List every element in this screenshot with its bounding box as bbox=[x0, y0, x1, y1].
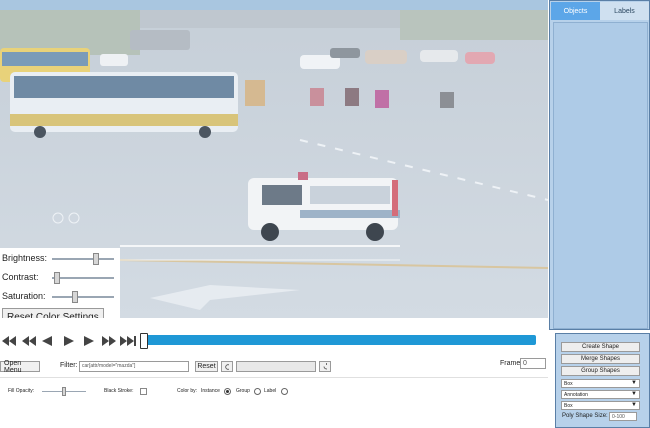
first-frame-icon[interactable] bbox=[2, 335, 16, 347]
dropdown-arrow-icon: ▼ bbox=[631, 391, 637, 397]
play-icon[interactable] bbox=[64, 335, 74, 347]
black-stroke-checkbox[interactable] bbox=[140, 388, 147, 395]
contrast-label: Contrast: bbox=[2, 272, 39, 282]
video-frame[interactable]: Brightness: Contrast: Saturation: Reset … bbox=[0, 10, 548, 318]
saturation-slider-track[interactable] bbox=[52, 296, 114, 298]
brightness-slider-thumb[interactable] bbox=[92, 253, 99, 265]
color-by-label: Color by: bbox=[177, 388, 198, 394]
tab-labels[interactable]: Labels bbox=[600, 2, 649, 20]
contrast-slider-thumb[interactable] bbox=[53, 272, 60, 284]
last-frame-icon[interactable] bbox=[120, 335, 136, 347]
timeline-thumb[interactable] bbox=[140, 333, 148, 349]
dropdown-arrow-icon: ▼ bbox=[631, 380, 637, 386]
reset-color-settings-button[interactable]: Reset Color Settings bbox=[2, 308, 104, 318]
objects-sidebar: Objects Labels bbox=[549, 0, 650, 330]
step-forward-icon[interactable] bbox=[84, 335, 94, 347]
shape-type-value: Box bbox=[564, 380, 573, 387]
brightness-label: Brightness: bbox=[2, 253, 48, 263]
toolbar-divider bbox=[0, 377, 548, 378]
shape-type-select[interactable]: Box ▼ bbox=[561, 379, 640, 388]
poly-shape-size-label: Poly Shape Size: bbox=[562, 413, 608, 419]
mode-select[interactable]: Annotation ▼ bbox=[561, 390, 640, 399]
refresh-filter-button[interactable] bbox=[319, 361, 331, 372]
poly-shape-size-input[interactable]: 0-100 bbox=[609, 412, 637, 421]
label-select[interactable]: Box ▼ bbox=[561, 401, 640, 410]
objects-list[interactable] bbox=[553, 22, 648, 329]
color-by-group-radio[interactable] bbox=[254, 388, 261, 395]
brightness-slider-track[interactable] bbox=[52, 258, 114, 260]
fast-forward-icon[interactable] bbox=[102, 335, 116, 347]
top-strip bbox=[0, 0, 548, 10]
frame-number-input[interactable]: 0 bbox=[520, 358, 546, 369]
filter-status-field bbox=[236, 361, 316, 372]
black-stroke-label: Black Stroke: bbox=[104, 388, 134, 394]
color-by-group-label: Group bbox=[236, 388, 250, 394]
label-value: Box bbox=[564, 402, 573, 409]
fill-opacity-label: Fill Opacity: bbox=[8, 388, 35, 394]
dropdown-arrow-icon: ▼ bbox=[631, 402, 637, 408]
merge-shapes-button[interactable]: Merge Shapes bbox=[561, 354, 640, 364]
color-by-instance-radio[interactable] bbox=[224, 388, 231, 395]
refresh-icon bbox=[323, 363, 327, 370]
fast-backward-icon[interactable] bbox=[22, 335, 36, 347]
frame-label: Frame bbox=[500, 360, 521, 367]
shape-panel: Create Shape Merge Shapes Group Shapes B… bbox=[555, 333, 650, 428]
contrast-slider-track[interactable] bbox=[52, 277, 114, 279]
saturation-slider-thumb[interactable] bbox=[72, 291, 79, 303]
circle-icon bbox=[225, 363, 229, 370]
color-by-label-option-label: Label bbox=[264, 388, 277, 394]
saturation-label: Saturation: bbox=[2, 291, 46, 301]
filter-history-button[interactable] bbox=[221, 361, 233, 372]
color-by-instance-label: Instance bbox=[201, 388, 220, 394]
color-by-label-radio[interactable] bbox=[281, 388, 288, 395]
filter-input[interactable]: car[attr/model="mazda"] bbox=[79, 361, 189, 372]
frame-timeline[interactable] bbox=[146, 335, 536, 345]
group-shapes-button[interactable]: Group Shapes bbox=[561, 366, 640, 376]
step-backward-icon[interactable] bbox=[42, 335, 52, 347]
fill-opacity-slider-thumb[interactable] bbox=[62, 387, 66, 396]
color-settings-panel: Brightness: Contrast: Saturation: Reset … bbox=[0, 248, 120, 318]
open-menu-button[interactable]: Open Menu bbox=[0, 360, 40, 374]
create-shape-button[interactable]: Create Shape bbox=[561, 342, 640, 352]
filter-label: Filter: bbox=[60, 362, 78, 369]
filter-reset-button[interactable]: Reset bbox=[195, 361, 218, 372]
tab-objects[interactable]: Objects bbox=[551, 2, 600, 20]
mode-value: Annotation bbox=[564, 391, 588, 398]
